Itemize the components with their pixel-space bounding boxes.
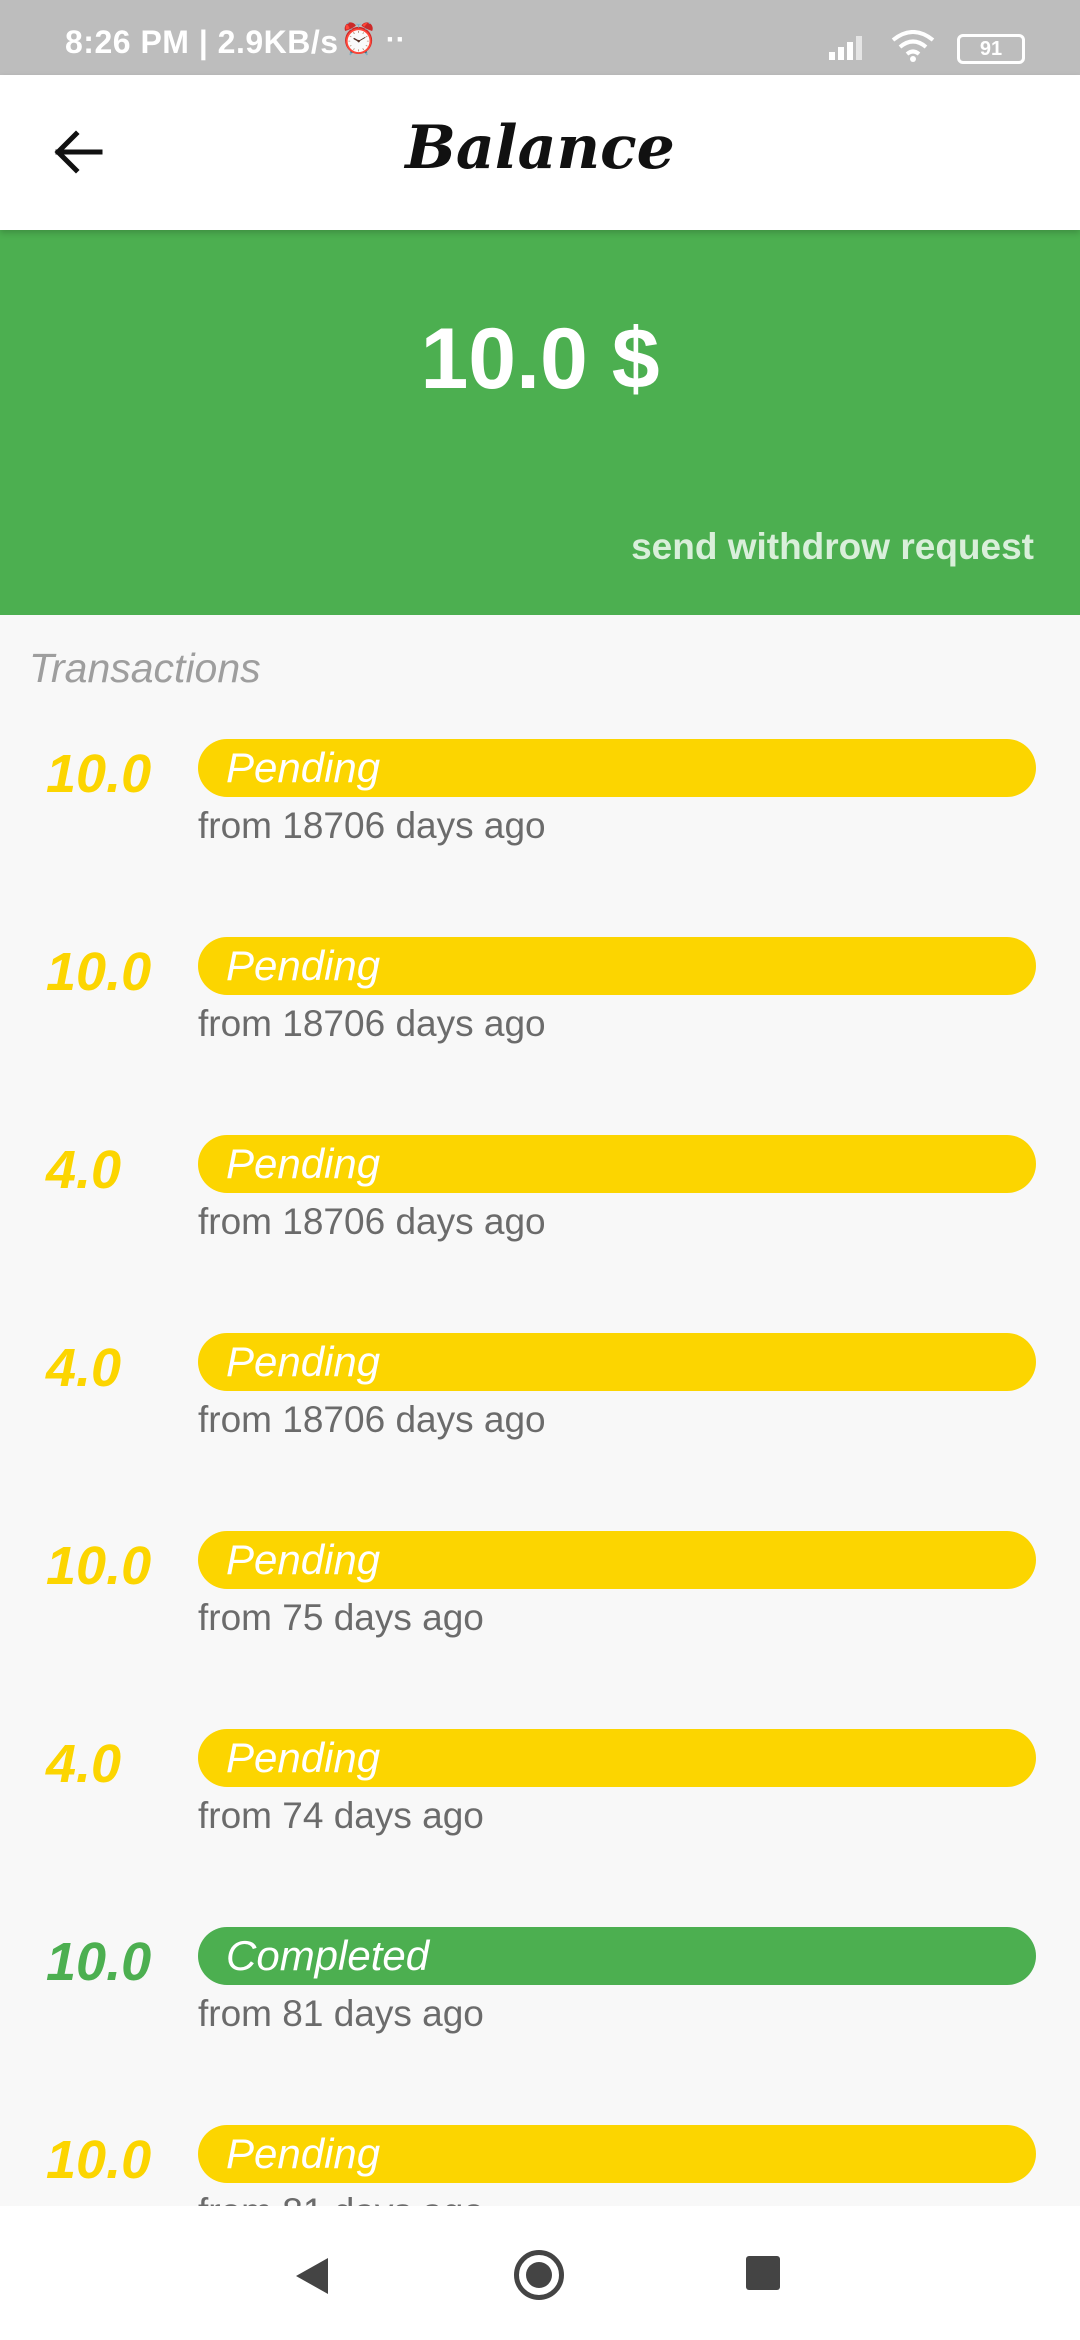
transaction-row[interactable]: 10.0 Pending from 18706 days ago <box>0 737 1080 935</box>
transaction-amount: 10.0 <box>46 1536 152 1596</box>
transaction-row[interactable]: 4.0 Pending from 18706 days ago <box>0 1133 1080 1331</box>
transaction-status-badge: Pending <box>198 937 1036 995</box>
signal-icon <box>829 32 869 65</box>
transaction-status-badge: Pending <box>198 739 1036 797</box>
transaction-amount: 4.0 <box>46 1338 122 1398</box>
wifi-icon <box>891 30 935 67</box>
transaction-status-badge: Pending <box>198 2125 1036 2183</box>
app-bar: Balance <box>0 75 1080 230</box>
transaction-status-badge: Completed <box>198 1927 1036 1985</box>
transaction-date: from 18706 days ago <box>198 805 546 846</box>
status-bar: 8:26 PM | 2.9KB/s ⏰ ·· 91 <box>0 0 1080 75</box>
status-alarm-dots: ⏰ ·· <box>340 23 406 56</box>
transaction-date: from 18706 days ago <box>198 1399 546 1440</box>
transaction-amount: 10.0 <box>46 1932 152 1992</box>
transaction-status-badge: Pending <box>198 1531 1036 1589</box>
transactions-heading: Transactions <box>29 645 261 691</box>
status-icons: 91 <box>829 30 1025 67</box>
home-circle-icon[interactable] <box>514 2250 564 2300</box>
transaction-status-badge: Pending <box>198 1135 1036 1193</box>
withdraw-request-button[interactable]: send withdrow request <box>631 526 1034 568</box>
page-title: Balance <box>405 113 675 183</box>
transaction-row[interactable]: 10.0 Pending from 18706 days ago <box>0 935 1080 1133</box>
transactions-list: 10.0 Pending from 18706 days ago 10.0 Pe… <box>0 737 1080 2321</box>
transaction-amount: 10.0 <box>46 2130 152 2190</box>
system-nav-bar <box>0 2206 1080 2340</box>
transaction-amount: 4.0 <box>46 1140 122 1200</box>
status-time: 8:26 PM | 2.9KB/s <box>65 24 339 60</box>
transaction-amount: 4.0 <box>46 1734 122 1794</box>
transaction-row[interactable]: 10.0 Pending from 75 days ago <box>0 1529 1080 1727</box>
recents-square-icon[interactable] <box>746 2256 780 2290</box>
transaction-amount: 10.0 <box>46 942 152 1002</box>
transaction-amount: 10.0 <box>46 744 152 804</box>
transaction-date: from 74 days ago <box>198 1795 484 1836</box>
back-triangle-icon[interactable] <box>296 2258 328 2294</box>
balance-amount: 10.0 $ <box>420 311 660 407</box>
transaction-date: from 18706 days ago <box>198 1003 546 1044</box>
transaction-date: from 75 days ago <box>198 1597 484 1638</box>
transaction-status-badge: Pending <box>198 1729 1036 1787</box>
transaction-row[interactable]: 10.0 Completed from 81 days ago <box>0 1925 1080 2123</box>
battery-indicator: 91 <box>957 33 1025 64</box>
transaction-date: from 81 days ago <box>198 1993 484 2034</box>
transaction-row[interactable]: 4.0 Pending from 18706 days ago <box>0 1331 1080 1529</box>
transaction-date: from 18706 days ago <box>198 1201 546 1242</box>
balance-card: 10.0 $ send withdrow request <box>0 230 1080 615</box>
transaction-status-badge: Pending <box>198 1333 1036 1391</box>
transaction-row[interactable]: 4.0 Pending from 74 days ago <box>0 1727 1080 1925</box>
